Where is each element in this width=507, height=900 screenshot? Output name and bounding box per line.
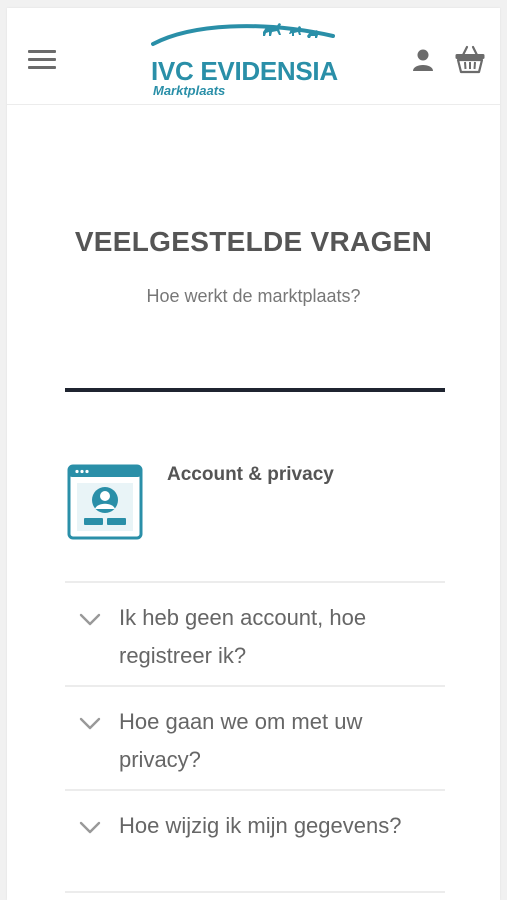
site-header: IVC EVIDENSIA Marktplaats — [7, 8, 500, 105]
logo-subtitle: Marktplaats — [153, 83, 226, 98]
faq-question: Hoe wijzig ik mijn gegevens? — [119, 813, 402, 838]
faq-question: Hoe gaan we om met uw privacy? — [119, 709, 363, 772]
chevron-down-icon — [79, 717, 101, 730]
faq-item[interactable]: Ik heb geen account, hoe registreer ik? — [65, 581, 445, 685]
section-divider — [65, 388, 445, 392]
logo-swoosh-icon — [151, 23, 335, 46]
faq-item[interactable]: Hoe gaan we om met uw privacy? — [65, 685, 445, 789]
account-window-icon — [67, 464, 143, 540]
category-title: Account & privacy — [167, 464, 334, 485]
header-divider — [24, 104, 483, 105]
faq-list: Ik heb geen account, hoe registreer ik? … — [65, 581, 445, 893]
chevron-down-icon — [79, 821, 101, 834]
faq-item[interactable]: Hoe wijzig ik mijn gegevens? — [65, 789, 445, 893]
user-icon[interactable] — [411, 48, 435, 72]
faq-question: Ik heb geen account, hoe registreer ik? — [119, 605, 367, 668]
page-title: VEELGESTELDE VRAGEN — [74, 226, 433, 257]
site-logo[interactable]: IVC EVIDENSIA Marktplaats — [147, 20, 338, 100]
basket-icon[interactable] — [454, 44, 486, 74]
page-subtitle: Hoe werkt de marktplaats? — [146, 286, 361, 306]
page-frame: IVC EVIDENSIA Marktplaats VEELGESTELDE V… — [7, 8, 500, 900]
hamburger-menu-icon[interactable] — [28, 50, 56, 70]
chevron-down-icon — [79, 613, 101, 626]
